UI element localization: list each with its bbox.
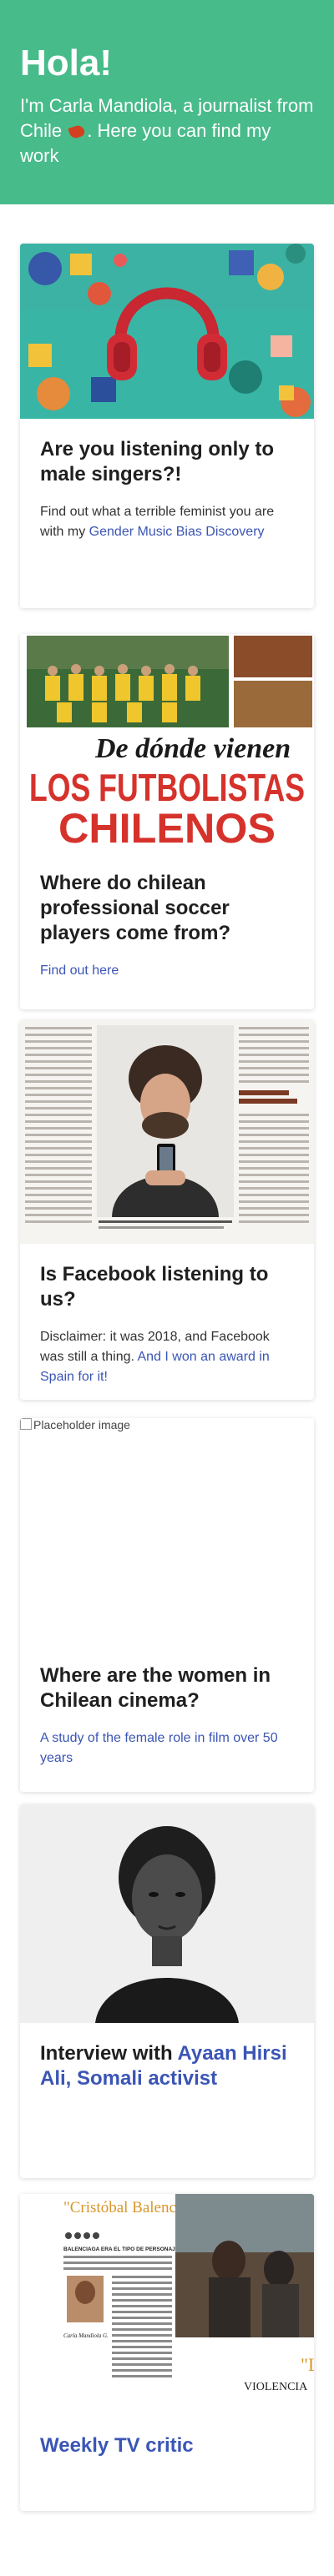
hero-intro: I'm Carla Mandiola, a journalist from Ch… <box>20 93 314 169</box>
card-title: Where do chilean professional soccer pla… <box>40 872 231 944</box>
card-image-soccer-magazine: De dónde vienen LOS FUTBOLISTAS CHILENOS <box>20 634 314 853</box>
tv-column-illustration: "Cristóbal Balenciaga" BALENCIAGA ERA EL… <box>20 2194 314 2415</box>
card-title: Weekly TV critic <box>40 2433 294 2458</box>
portrait-illustration <box>20 1804 314 2023</box>
card-text: Find out here <box>40 961 294 981</box>
card-title: Interview with Ayaan Hirsi Ali, Somali a… <box>40 2041 294 2091</box>
page-title: Hola! <box>20 43 112 83</box>
magazine-headline-big-2: CHILENOS <box>58 805 276 852</box>
card-text: A study of the female role in film over … <box>40 1728 294 1768</box>
card-text: Disclaimer: it was 2018, and Facebook wa… <box>40 1327 294 1387</box>
placeholder-image-alt: Placeholder image <box>33 1418 130 1431</box>
column-subhead: BALENCIAGA ERA EL TIPO DE PERSONAJE <box>63 2246 180 2252</box>
cinema-study-link[interactable]: A study of the female role in film over … <box>40 1731 278 1765</box>
card-image-headphones <box>20 244 314 419</box>
card-title: Is Facebook listening to us? <box>40 1263 269 1311</box>
facebook-article-illustration <box>20 1020 314 1244</box>
card-image-portrait <box>20 1804 314 2023</box>
project-card-interview: Interview with Ayaan Hirsi Ali, Somali a… <box>20 1804 314 2178</box>
magazine-headline-small: De dónde vienen <box>94 733 291 764</box>
chili-pepper-icon <box>68 123 86 140</box>
card-image-facebook-article <box>20 1020 314 1244</box>
card-text: Find out what a terrible feminist you ar… <box>40 502 294 542</box>
broken-image-icon: Placeholder image <box>20 1418 130 1431</box>
project-card-cinema: Placeholder image Where are the women in… <box>20 1418 314 1792</box>
column-title-right: "Los <box>301 2354 314 2375</box>
card-image-placeholder: Placeholder image <box>20 1418 314 1645</box>
headphones-illustration <box>20 244 314 419</box>
card-title: Where are the women in Chilean cinema? <box>40 1664 271 1712</box>
project-card-tv-critic: "Cristóbal Balenciaga" BALENCIAGA ERA EL… <box>20 2194 314 2511</box>
tv-critic-link[interactable]: Weekly TV critic <box>40 2434 194 2457</box>
gender-music-bias-link[interactable]: Gender Music Bias Discovery <box>89 525 265 539</box>
soccer-find-out-link[interactable]: Find out here <box>40 963 119 978</box>
column-subtitle-right: VIOLENCIA <box>244 2381 308 2393</box>
column-author: Carla Mandiola G. <box>63 2332 109 2339</box>
hero-banner: Hola! I'm Carla Mandiola, a journalist f… <box>0 0 334 204</box>
card-title: Are you listening only to male singers?! <box>40 438 275 486</box>
card-title-prefix: Interview with <box>40 2042 178 2065</box>
card-image-tv-column: "Cristóbal Balenciaga" BALENCIAGA ERA EL… <box>20 2194 314 2415</box>
project-card-facebook: Is Facebook listening to us? Disclaimer:… <box>20 1020 314 1400</box>
soccer-magazine-illustration: De dónde vienen LOS FUTBOLISTAS CHILENOS <box>20 634 314 853</box>
project-card-music-bias: Are you listening only to male singers?!… <box>20 244 314 608</box>
project-card-soccer: De dónde vienen LOS FUTBOLISTAS CHILENOS… <box>20 634 314 1009</box>
magazine-headline-big-1: LOS FUTBOLISTAS <box>29 766 305 809</box>
